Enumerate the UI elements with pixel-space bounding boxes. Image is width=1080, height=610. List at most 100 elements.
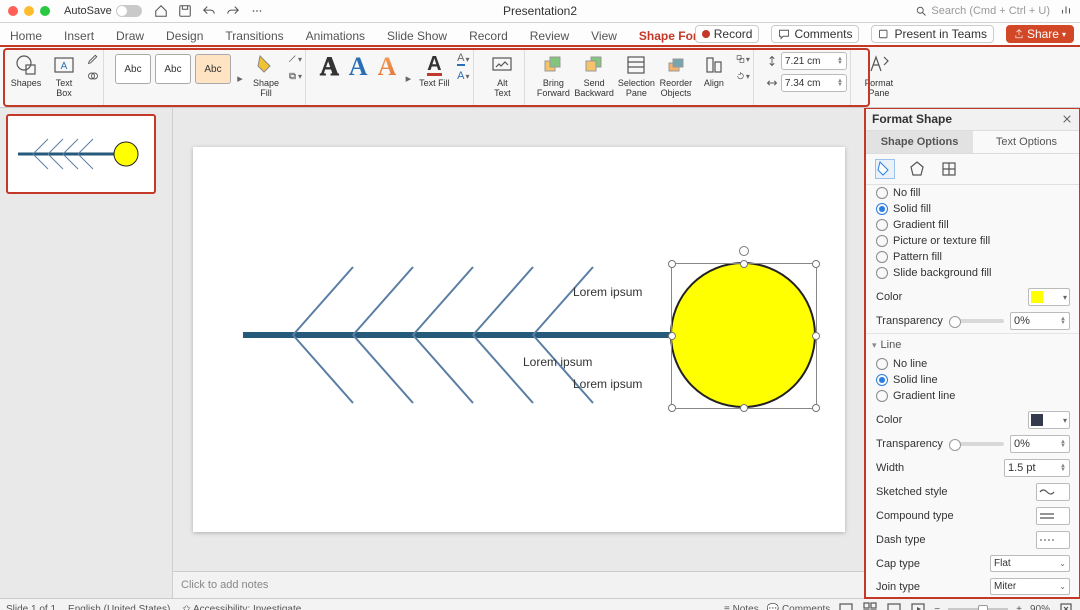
bring-forward-button[interactable]: Bring Forward <box>534 52 572 99</box>
fill-no-fill[interactable]: No fill <box>876 187 1070 199</box>
fill-color-picker[interactable]: ▾ <box>1028 288 1070 306</box>
menu-design[interactable]: Design <box>162 27 207 45</box>
pane-tab-text-options[interactable]: Text Options <box>973 131 1080 153</box>
shape-outline-icon[interactable]: ▾ <box>288 52 302 66</box>
line-transparency-value[interactable]: 0%▲▼ <box>1010 435 1070 453</box>
fill-gradient[interactable]: Gradient fill <box>876 219 1070 231</box>
join-type-select[interactable]: Miter⌄ <box>990 578 1070 595</box>
menu-record[interactable]: Record <box>465 27 512 45</box>
status-comments-button[interactable]: 💬 Comments <box>767 604 831 610</box>
menu-view[interactable]: View <box>587 27 621 45</box>
redo-icon[interactable] <box>226 4 240 18</box>
wordart-style-3[interactable]: A <box>378 52 397 82</box>
autosave-toggle[interactable] <box>116 5 142 17</box>
align-button[interactable]: Align <box>695 52 733 89</box>
close-window-button[interactable] <box>8 6 18 16</box>
resize-handle-e[interactable] <box>812 332 820 340</box>
status-slide-number[interactable]: Slide 1 of 1 <box>6 604 56 610</box>
zoom-in-button[interactable]: + <box>1016 604 1022 610</box>
shapes-menu[interactable]: Shapes <box>7 52 45 89</box>
shape-style-1[interactable]: Abc <box>115 54 151 84</box>
line-color-picker[interactable]: ▾ <box>1028 411 1070 429</box>
text-effects-icon[interactable]: A▾ <box>456 69 470 83</box>
line-none[interactable]: No line <box>876 358 1070 370</box>
zoom-out-button[interactable]: − <box>934 604 940 610</box>
line-solid[interactable]: Solid line <box>876 374 1070 386</box>
more-icon[interactable] <box>250 4 264 18</box>
line-width-value[interactable]: 1.5 pt▲▼ <box>1004 459 1070 477</box>
home-icon[interactable] <box>154 4 168 18</box>
line-gradient[interactable]: Gradient line <box>876 390 1070 402</box>
reorder-objects-button[interactable]: Reorder Objects <box>657 52 695 99</box>
menu-draw[interactable]: Draw <box>112 27 148 45</box>
text-box-button[interactable]: A Text Box <box>45 52 83 99</box>
line-section-header[interactable]: ▾Line <box>866 334 1080 356</box>
fill-picture[interactable]: Picture or texture fill <box>876 235 1070 247</box>
group-icon[interactable]: ▾ <box>736 52 750 66</box>
slide-thumbnail-panel[interactable]: 1 <box>0 108 173 598</box>
shape-effects-icon[interactable]: ▾ <box>288 69 302 83</box>
cap-type-select[interactable]: Flat⌄ <box>990 555 1070 572</box>
present-in-teams-button[interactable]: Present in Teams <box>871 25 994 43</box>
fill-solid[interactable]: Solid fill <box>876 203 1070 215</box>
status-accessibility[interactable]: ✩ Accessibility: Investigate <box>182 604 301 610</box>
alt-text-button[interactable]: Alt Text <box>483 52 521 99</box>
resize-handle-s[interactable] <box>740 404 748 412</box>
view-reading-icon[interactable] <box>886 601 902 610</box>
view-sorter-icon[interactable] <box>862 601 878 610</box>
status-notes-button[interactable]: ≡ Notes <box>724 604 759 610</box>
wordart-more[interactable]: ▸ <box>401 71 415 85</box>
send-backward-button[interactable]: Send Backward <box>572 52 616 99</box>
zoom-percent[interactable]: 90% <box>1030 604 1050 610</box>
undo-icon[interactable] <box>202 4 216 18</box>
slide-canvas[interactable]: Lorem ipsum Lorem ipsum Lorem ipsum <box>193 147 845 532</box>
edit-shape-icon[interactable] <box>86 52 100 66</box>
close-pane-button[interactable] <box>1060 112 1074 126</box>
view-normal-icon[interactable] <box>838 601 854 610</box>
shape-width-input[interactable]: 7.34 cm▲▼ <box>781 74 847 92</box>
selection-pane-button[interactable]: Selection Pane <box>616 52 657 99</box>
fill-transparency-slider[interactable] <box>949 319 1004 323</box>
fill-pattern[interactable]: Pattern fill <box>876 251 1070 263</box>
format-pane-button[interactable]: Format Pane <box>860 52 898 99</box>
shape-styles-more[interactable]: ▸ <box>233 71 247 85</box>
notes-area[interactable]: Click to add notes <box>173 571 865 598</box>
shape-style-2[interactable]: Abc <box>155 54 191 84</box>
fill-line-tab-icon[interactable] <box>876 160 894 178</box>
menu-transitions[interactable]: Transitions <box>221 27 287 45</box>
text-fill-button[interactable]: A Text Fill <box>415 52 453 89</box>
wordart-style-1[interactable]: A <box>320 52 339 82</box>
menu-animations[interactable]: Animations <box>302 27 369 45</box>
share-activity-icon[interactable] <box>1058 2 1074 18</box>
line-transparency-slider[interactable] <box>949 442 1004 446</box>
menu-slide-show[interactable]: Slide Show <box>383 27 451 45</box>
resize-handle-sw[interactable] <box>668 404 676 412</box>
menu-review[interactable]: Review <box>526 27 573 45</box>
minimize-window-button[interactable] <box>24 6 34 16</box>
effects-tab-icon[interactable] <box>908 160 926 178</box>
shape-style-3[interactable]: Abc <box>195 54 231 84</box>
rotation-handle[interactable] <box>739 246 749 256</box>
resize-handle-nw[interactable] <box>668 260 676 268</box>
shape-height-input[interactable]: 7.21 cm▲▼ <box>781 52 847 70</box>
slide-thumbnail-1[interactable]: 1 <box>6 114 156 194</box>
resize-handle-ne[interactable] <box>812 260 820 268</box>
size-properties-tab-icon[interactable] <box>940 160 958 178</box>
rotate-icon[interactable]: ▾ <box>736 69 750 83</box>
fill-slide-bg[interactable]: Slide background fill <box>876 267 1070 279</box>
share-button[interactable]: Share▾ <box>1006 25 1074 43</box>
fit-slide-button[interactable] <box>1058 601 1074 610</box>
sketched-style-picker[interactable] <box>1036 483 1070 501</box>
wordart-style-2[interactable]: A <box>349 52 368 82</box>
save-icon[interactable] <box>178 4 192 18</box>
shape-fill-button[interactable]: Shape Fill <box>247 52 285 99</box>
view-slideshow-icon[interactable] <box>910 601 926 610</box>
fill-transparency-value[interactable]: 0%▲▼ <box>1010 312 1070 330</box>
resize-handle-w[interactable] <box>668 332 676 340</box>
resize-handle-n[interactable] <box>740 260 748 268</box>
status-language[interactable]: English (United States) <box>68 604 170 610</box>
resize-handle-se[interactable] <box>812 404 820 412</box>
selection-box[interactable] <box>671 263 817 409</box>
search-input[interactable]: Search (Cmd + Ctrl + U) <box>915 5 1050 17</box>
dash-type-picker[interactable] <box>1036 531 1070 549</box>
